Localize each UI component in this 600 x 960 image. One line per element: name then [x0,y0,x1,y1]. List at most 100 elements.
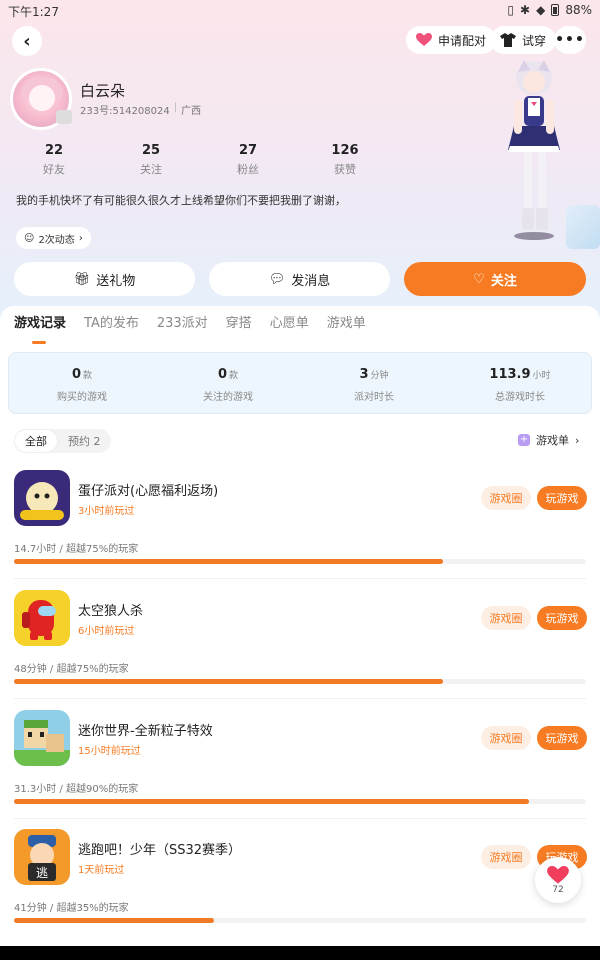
floating-like-button[interactable]: 72 [535,857,581,903]
game-title: 太空狼人杀 [78,604,144,619]
play-game-button[interactable]: 玩游戏 [537,486,587,510]
chevron-right-icon: › [78,232,83,244]
uid-row: 233号:514208024 | 广西 [80,102,201,117]
tab-game-lists[interactable]: 游戏单 [327,312,366,331]
tab-outfits[interactable]: 穿搭 [226,312,252,331]
send-message-label: 发消息 [291,273,331,289]
game-circle-button[interactable]: 游戏圈 [481,845,531,869]
stat-likes[interactable]: 126 获赞 [310,143,380,177]
stat-following[interactable]: 25 关注 [116,143,186,177]
match-request-label: 申请配对 [438,33,487,48]
summary-unit: 小时 [532,371,551,381]
game-filter-toggle: 全部 预约 2 [14,429,111,453]
stat-label: 关注 [140,163,162,176]
status-icons: ▯ ✱ ◆ 88% [507,3,592,17]
summary-label: 派对时长 [354,392,394,403]
progress-fill [14,918,215,923]
chevron-right-icon: › [575,433,580,447]
gift-icon: 🎁︎ [73,271,91,287]
try-on-label: 试穿 [522,33,547,48]
status-time: 下午1:27 [8,5,59,19]
stat-friends[interactable]: 22 好友 [19,143,89,177]
persona-icon: ☺ [24,232,35,244]
back-button[interactable]: ‹ [12,26,42,56]
escape-game-icon: 逃 [14,829,70,885]
heart-icon [547,865,569,884]
playtime-progress [14,679,586,684]
progress-fill [14,679,443,684]
summary-label: 关注的游戏 [203,392,253,403]
stat-label: 好友 [43,163,65,176]
summary-value: 0 [71,367,82,382]
match-request-button[interactable]: 申请配对 [406,26,497,54]
vibrate-icon: ▯ [507,3,515,17]
tab-party[interactable]: 233派对 [157,312,208,331]
game-list-icon: + [518,434,530,446]
summary-unit: 款 [229,371,239,381]
last-played: 15小时前玩过 [78,746,141,757]
avatar-badge-icon [56,110,72,124]
summary-value: 113.9 [489,367,531,382]
divider [14,818,586,819]
more-button[interactable]: ••• [554,26,586,54]
play-game-button[interactable]: 玩游戏 [537,726,587,750]
posts-chip-label: 2次动态 [38,234,75,246]
chevron-left-icon: ‹ [23,30,31,52]
like-count: 72 [552,884,564,895]
tab-wishlist[interactable]: 心愿单 [270,312,309,331]
bluetooth-icon: ✱ [520,3,531,17]
summary-unit: 款 [83,371,93,381]
play-game-button[interactable]: 玩游戏 [537,606,587,630]
region: 广西 [181,106,202,117]
battery-icon [551,4,560,16]
game-list-link[interactable]: + 游戏单 › [518,432,579,448]
heart-icon [416,33,432,46]
stat-value: 25 [141,143,161,158]
divider [14,698,586,699]
follow-button[interactable]: ♡ 关注 [404,262,586,296]
tab-game-records[interactable]: 游戏记录 [14,312,66,331]
stat-value: 27 [238,143,258,158]
tab-posts[interactable]: TA的发布 [84,312,139,331]
summary-purchased: 0款 购买的游戏 [9,367,155,403]
summary-party-time: 3 分钟 派对时长 [301,367,447,403]
more-dots-icon: ••• [555,32,585,48]
playtime-meta: 31.3小时 / 超越90%的玩家 [14,784,139,795]
filter-reserved[interactable]: 预约 2 [58,429,111,453]
stat-fans[interactable]: 27 粉丝 [213,143,283,177]
game-title: 逃跑吧！少年（SS32赛季） [78,843,242,858]
playtime-progress [14,799,586,804]
game-circle-button[interactable]: 游戏圈 [481,486,531,510]
among-us-game-icon [14,590,70,646]
stat-label: 粉丝 [237,163,259,176]
game-title: 蛋仔派对(心愿福利返场) [78,484,219,499]
progress-fill [14,559,443,564]
game-item[interactable]: 蛋仔派对(心愿福利返场) 3小时前玩过 游戏圈 玩游戏 14.7小时 / 超越7… [0,470,600,590]
character-avatar-illustration [508,60,560,240]
game-list-label: 游戏单 [536,434,569,447]
battery-percent: 88% [565,3,592,17]
game-circle-button[interactable]: 游戏圈 [481,606,531,630]
message-icon: 💬︎ [268,271,286,287]
decor-crystal [566,205,600,249]
game-circle-button[interactable]: 游戏圈 [481,726,531,750]
try-on-button[interactable]: 试穿 [490,26,557,54]
game-item[interactable]: 迷你世界-全新粒子特效 15小时前玩过 游戏圈 玩游戏 31.3小时 / 超越9… [0,710,600,830]
summary-total-time: 113.9 小时 总游戏时长 [447,367,593,403]
playtime-meta: 41分钟 / 超越35%的玩家 [14,903,129,914]
send-message-button[interactable]: 💬︎ 发消息 [209,262,390,296]
game-item[interactable]: 太空狼人杀 6小时前玩过 游戏圈 玩游戏 48分钟 / 超越75%的玩家 [0,590,600,710]
game-item[interactable]: 逃 逃跑吧！少年（SS32赛季） 1天前玩过 游戏圈 玩游戏 41分钟 / 超越… [0,829,600,949]
playtime-meta: 48分钟 / 超越75%的玩家 [14,664,129,675]
posts-chip[interactable]: ☺ 2次动态 › [16,227,91,249]
mini-world-game-icon [14,710,70,766]
stat-value: 126 [331,143,359,158]
send-gift-button[interactable]: 🎁︎ 送礼物 [14,262,195,296]
last-played: 1天前玩过 [78,865,125,876]
avatar-face [29,85,55,111]
playtime-progress [14,918,586,923]
status-bar: 下午1:27 ▯ ✱ ◆ 88% [0,0,600,22]
active-tab-indicator [32,341,46,344]
playtime-meta: 14.7小时 / 超越75%的玩家 [14,544,139,555]
filter-all[interactable]: 全部 [14,429,58,453]
